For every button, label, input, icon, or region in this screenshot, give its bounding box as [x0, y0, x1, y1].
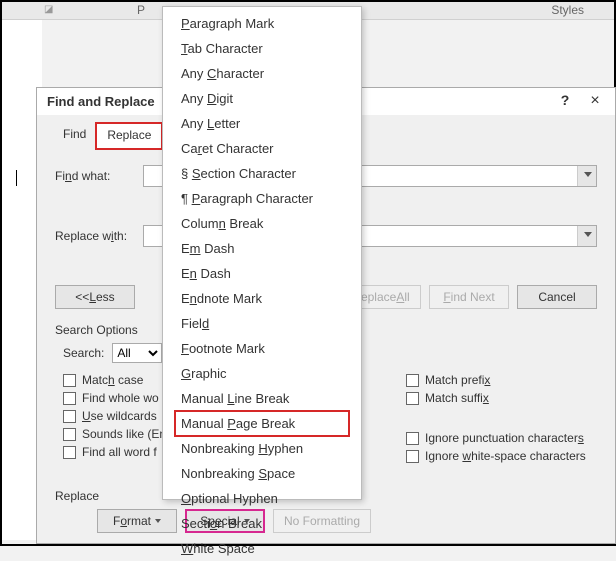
check-whole-words[interactable]: Find whole wo	[63, 391, 166, 405]
menu-item-endnote-mark[interactable]: Endnote Mark	[163, 286, 361, 311]
check-match-suffix[interactable]: Match suffix	[406, 391, 586, 405]
tab-find[interactable]: Find	[53, 123, 96, 149]
menu-item-column-break[interactable]: Column Break	[163, 211, 361, 236]
special-menu: Paragraph MarkTab CharacterAny Character…	[162, 6, 362, 500]
search-direction-select[interactable]: All	[112, 343, 162, 363]
menu-item-optional-hyphen[interactable]: Optional Hyphen	[163, 486, 361, 511]
replace-with-label: Replace with:	[55, 229, 135, 243]
menu-item-field[interactable]: Field	[163, 311, 361, 336]
menu-item-en-dash[interactable]: En Dash	[163, 261, 361, 286]
menu-item-footnote-mark[interactable]: Footnote Mark	[163, 336, 361, 361]
menu-item-em-dash[interactable]: Em Dash	[163, 236, 361, 261]
cancel-button[interactable]: Cancel	[517, 285, 597, 309]
menu-item-tab-character[interactable]: Tab Character	[163, 36, 361, 61]
options-left-column: Match case Find whole wo Use wildcards S…	[63, 373, 166, 463]
dialog-launcher-icon[interactable]: ◪	[44, 4, 53, 15]
menu-item-graphic[interactable]: Graphic	[163, 361, 361, 386]
menu-item-caret-character[interactable]: Caret Character	[163, 136, 361, 161]
menu-item-paragraph-character[interactable]: ¶ Paragraph Character	[163, 186, 361, 211]
replace-section-label: Replace	[55, 489, 99, 503]
find-next-button[interactable]: Find Next	[429, 285, 509, 309]
menu-item-white-space[interactable]: White Space	[163, 536, 361, 561]
find-what-label: Find what:	[55, 169, 135, 183]
text-cursor	[16, 170, 17, 186]
help-button[interactable]: ?	[555, 92, 575, 112]
check-all-word-forms[interactable]: Find all word f	[63, 445, 166, 459]
close-button[interactable]: ×	[585, 92, 605, 112]
tab-replace[interactable]: Replace	[96, 123, 162, 149]
menu-item-paragraph-mark[interactable]: Paragraph Mark	[163, 11, 361, 36]
menu-item-manual-line-break[interactable]: Manual Line Break	[163, 386, 361, 411]
check-wildcards[interactable]: Use wildcards	[63, 409, 166, 423]
check-sounds-like[interactable]: Sounds like (En	[63, 427, 166, 441]
ribbon-group-label: P	[137, 3, 145, 17]
check-match-prefix[interactable]: Match prefix	[406, 373, 586, 387]
menu-item-nonbreaking-space[interactable]: Nonbreaking Space	[163, 461, 361, 486]
check-ignore-punctuation[interactable]: Ignore punctuation characters	[406, 431, 586, 445]
menu-item-section-break[interactable]: Section Break	[163, 511, 361, 536]
check-ignore-whitespace[interactable]: Ignore white-space characters	[406, 449, 586, 463]
ribbon-styles-label: Styles	[551, 3, 584, 17]
options-right-column: Match prefix Match suffix Ignore punctua…	[406, 373, 586, 463]
menu-item-manual-page-break[interactable]: Manual Page Break	[175, 411, 349, 436]
menu-item-nonbreaking-hyphen[interactable]: Nonbreaking Hyphen	[163, 436, 361, 461]
menu-item-any-letter[interactable]: Any Letter	[163, 111, 361, 136]
less-button[interactable]: << Less	[55, 285, 135, 309]
menu-item-any-character[interactable]: Any Character	[163, 61, 361, 86]
menu-item-section-character[interactable]: § Section Character	[163, 161, 361, 186]
check-match-case[interactable]: Match case	[63, 373, 166, 387]
search-direction-label: Search:	[63, 346, 104, 360]
menu-item-any-digit[interactable]: Any Digit	[163, 86, 361, 111]
